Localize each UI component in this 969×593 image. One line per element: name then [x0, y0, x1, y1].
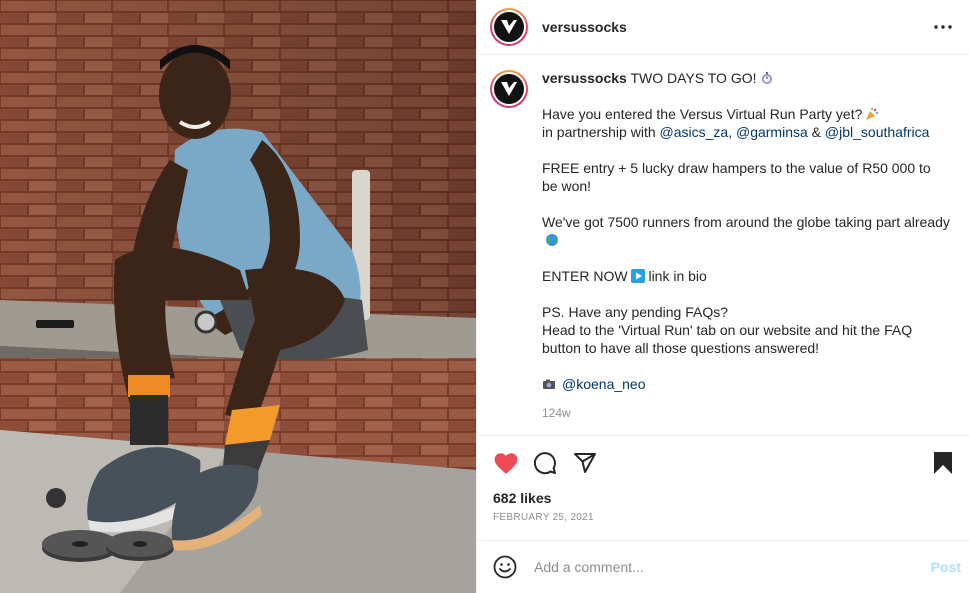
post-actions: 682 likes FEBRUARY 25, 2021	[477, 435, 969, 523]
caption-text: versussocks TWO DAYS TO GO! Have you ent…	[542, 70, 950, 422]
emoji-smiley-icon[interactable]	[493, 554, 519, 580]
post-date: FEBRUARY 25, 2021	[493, 512, 594, 523]
post-sidebar: versussocks versussocks TWO DAYS TO GO! …	[476, 0, 969, 593]
comments-section: versussocks TWO DAYS TO GO! Have you ent…	[477, 55, 969, 435]
instagram-post: versussocks versussocks TWO DAYS TO GO! …	[0, 0, 969, 593]
more-options-icon[interactable]	[931, 15, 955, 39]
versus-logo-icon	[494, 12, 524, 42]
caption-username[interactable]: versussocks	[542, 70, 627, 86]
party-popper-emoji-icon	[865, 107, 879, 121]
post-comment-button[interactable]: Post	[923, 559, 961, 575]
caption-line-2: Have you entered the Versus Virtual Run …	[542, 106, 863, 122]
header-username[interactable]: versussocks	[542, 19, 627, 35]
post-photo[interactable]	[0, 0, 476, 593]
share-paper-plane-icon[interactable]	[573, 448, 613, 478]
comment-input[interactable]	[534, 559, 923, 575]
caption-avatar[interactable]	[490, 70, 528, 108]
comment-bubble-icon[interactable]	[533, 448, 573, 478]
caption-line-7: PS. Have any pending FAQs?	[542, 304, 728, 320]
caption-line-4: FREE entry + 5 lucky draw hampers to the…	[542, 160, 931, 194]
like-heart-icon[interactable]	[493, 448, 533, 478]
like-count[interactable]: 682 likes	[493, 490, 953, 506]
post-time-ago[interactable]: 124w	[542, 404, 950, 422]
post-caption: versussocks TWO DAYS TO GO! Have you ent…	[490, 69, 953, 422]
caption-line-3-prefix: in partnership with	[542, 124, 656, 140]
add-comment-bar: Post	[477, 540, 969, 593]
stopwatch-emoji-icon	[760, 71, 774, 85]
caption-line-8: Head to the 'Virtual Run' tab on our web…	[542, 322, 913, 356]
caption-line-1: TWO DAYS TO GO!	[630, 70, 757, 86]
play-button-emoji-icon	[630, 269, 645, 283]
camera-emoji-icon	[542, 377, 556, 391]
caption-line-6-suffix: link in bio	[648, 268, 707, 284]
versus-logo-icon	[494, 74, 524, 104]
account-avatar[interactable]	[490, 8, 528, 46]
photo-illustration	[0, 0, 476, 593]
mention-garmin[interactable]: @garminsa	[736, 124, 808, 140]
mention-jbl[interactable]: @jbl_southafrica	[825, 124, 930, 140]
mention-asics[interactable]: @asics_za	[660, 124, 729, 140]
caption-line-5: We've got 7500 runners from around the g…	[542, 214, 950, 230]
caption-line-6-prefix: ENTER NOW	[542, 268, 628, 284]
globe-emoji-icon	[545, 233, 559, 247]
saved-bookmark-icon[interactable]	[929, 448, 953, 478]
mention-photographer[interactable]: @koena_neo	[562, 376, 646, 392]
post-header: versussocks	[477, 0, 969, 55]
